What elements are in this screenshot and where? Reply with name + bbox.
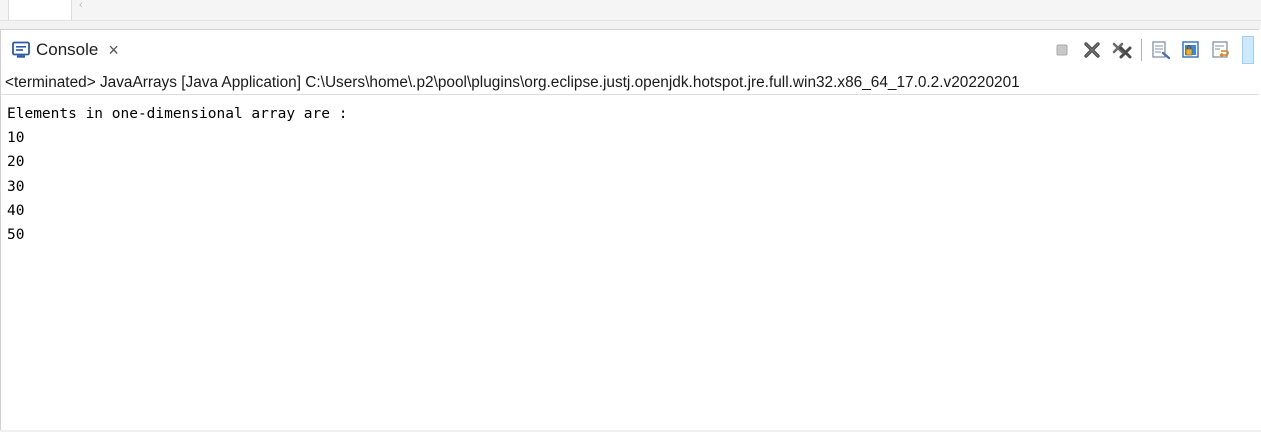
- console-output[interactable]: Elements in one-dimensional array are : …: [7, 102, 1247, 247]
- sash[interactable]: [0, 21, 1261, 29]
- close-icon[interactable]: ×: [108, 41, 119, 59]
- pin-console-button[interactable]: [1242, 36, 1254, 64]
- console-icon: [12, 41, 30, 59]
- clear-console-icon[interactable]: [1150, 39, 1172, 61]
- launch-status: <terminated> JavaArrays [Java Applicatio…: [5, 74, 1020, 91]
- console-toolbar: [1051, 36, 1254, 64]
- remove-all-terminated-icon[interactable]: [1111, 39, 1133, 61]
- view-tab-bar: Console ×: [1, 30, 1259, 70]
- tab-console[interactable]: Console ×: [1, 30, 165, 70]
- output-line: 30: [7, 178, 25, 195]
- output-line: 10: [7, 130, 25, 147]
- output-line: 40: [7, 202, 25, 219]
- output-line: Elements in one-dimensional array are :: [7, 106, 348, 122]
- terminate-icon[interactable]: [1051, 39, 1073, 61]
- output-line: 50: [7, 226, 25, 243]
- remove-launch-icon[interactable]: [1081, 39, 1103, 61]
- scroll-lock-icon[interactable]: [1180, 39, 1202, 61]
- console-view: Console × <terminated> JavaArrays [Java …: [0, 29, 1259, 431]
- status-divider: [1, 94, 1259, 95]
- editor-area-remnant: ‹: [0, 0, 1261, 21]
- tab-console-label: Console: [36, 40, 99, 59]
- toolbar-separator: [1141, 39, 1142, 61]
- chevron-left-icon[interactable]: ‹: [79, 0, 83, 11]
- word-wrap-icon[interactable]: [1210, 39, 1232, 61]
- output-line: 20: [7, 154, 25, 171]
- editor-tab-stub[interactable]: [8, 0, 72, 20]
